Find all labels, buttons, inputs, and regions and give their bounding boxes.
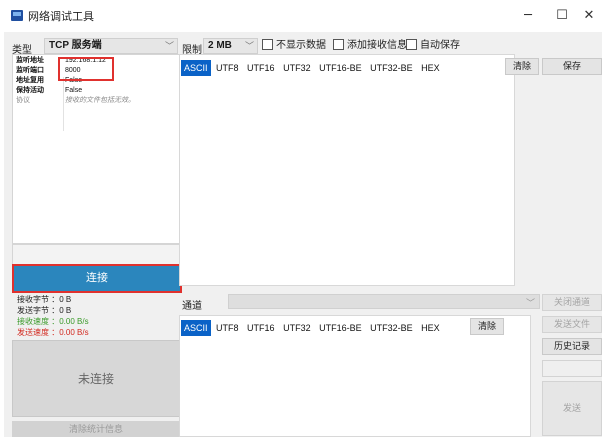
limit-select[interactable]: 2 MB ﹀ [203,38,258,54]
send-encoding-bar: ASCII UTF8 UTF16 UTF32 UTF16-BE UTF32-BE… [181,320,443,336]
auto-save-label: 自动保存 [420,40,460,51]
encoding-option-utf16[interactable]: UTF16 [244,320,278,336]
property-value[interactable]: False [65,86,82,96]
encoding-option-utf32[interactable]: UTF32 [280,320,314,336]
property-key: 监听端口 [16,67,44,74]
receive-encoding-bar: ASCII UTF8 UTF16 UTF32 UTF16-BE UTF32-BE… [181,60,443,76]
add-recv-info-label: 添加接收信息 [347,40,407,51]
encoding-option-utf16-be[interactable]: UTF16-BE [316,60,365,76]
chevron-down-icon: ﹀ [164,41,174,51]
receive-data-area[interactable] [179,54,515,286]
property-key: 监听地址 [16,57,44,64]
receive-save-button[interactable]: 保存 [542,58,602,75]
highlight-box [58,57,114,81]
no-display-checkbox[interactable]: 不显示数据 [262,39,326,53]
send-option-blank [542,360,602,377]
receive-clear-button[interactable]: 清除 [505,58,539,75]
encoding-option-utf16-be[interactable]: UTF16-BE [316,320,365,336]
type-select[interactable]: TCP 服务端 ﹀ [44,38,178,54]
add-recv-info-checkbox[interactable]: 添加接收信息 [333,39,407,53]
property-key: 保持活动 [16,87,44,94]
close-channel-button[interactable]: 关闭通道 [542,294,602,311]
main-panel: 类型 TCP 服务端 ﹀ 限制 2 MB ﹀ 不显示数据 添加接收信息 自动保存… [4,32,602,437]
limit-select-value: 2 MB [208,40,232,51]
property-value[interactable]: 接收的文件包括无效。 [65,96,135,106]
send-button[interactable]: 发送 [542,381,602,436]
property-key: 协议 [16,97,30,104]
encoding-option-utf8[interactable]: UTF8 [213,320,242,336]
highlight-box [12,264,182,293]
property-key: 地址复用 [16,77,44,84]
window-title: 网络调试工具 [28,11,94,23]
chevron-down-icon: ﹀ [244,41,254,51]
no-display-label: 不显示数据 [276,40,326,51]
history-button[interactable]: 历史记录 [542,338,602,355]
app-icon [11,10,23,21]
checkbox-icon [333,39,344,50]
send-bytes-stat: 发送字节 ：0 B [17,306,72,315]
encoding-option-utf8[interactable]: UTF8 [213,60,242,76]
title-bar: 网络调试工具 ─ ☐ ✕ [0,0,606,32]
auto-save-checkbox[interactable]: 自动保存 [406,39,460,53]
encoding-option-ascii[interactable]: ASCII [181,60,211,76]
checkbox-icon [262,39,273,50]
clear-stats-button[interactable]: 清除统计信息 [12,421,180,437]
encoding-option-utf32-be[interactable]: UTF32-BE [367,320,416,336]
encoding-option-hex[interactable]: HEX [418,320,443,336]
send-speed-stat: 发送速度 ：0.00 B/s [17,328,89,337]
connection-status-panel: 未连接 [12,340,180,417]
checkbox-icon [406,39,417,50]
property-grid[interactable]: 监听地址 192.168.1.12 监听端口 8000 地址复用 False 保… [12,54,180,244]
send-file-button[interactable]: 发送文件 [542,316,602,333]
channel-select[interactable]: ﹀ [228,294,540,309]
close-button[interactable]: ✕ [572,4,606,28]
send-clear-button[interactable]: 清除 [470,318,504,335]
encoding-option-hex[interactable]: HEX [418,60,443,76]
minimize-button[interactable]: ─ [511,4,545,28]
chevron-down-icon: ﹀ [525,298,535,308]
channel-label: 通道 [182,301,202,312]
type-select-value: TCP 服务端 [49,40,102,51]
property-row-protocol[interactable]: 协议 接收的文件包括无效。 [13,96,179,106]
recv-bytes-stat: 接收字节 ：0 B [17,295,72,304]
encoding-option-utf32-be[interactable]: UTF32-BE [367,60,416,76]
encoding-option-ascii[interactable]: ASCII [181,320,211,336]
recv-speed-stat: 接收速度 ：0.00 B/s [17,317,89,326]
encoding-option-utf32[interactable]: UTF32 [280,60,314,76]
encoding-option-utf16[interactable]: UTF16 [244,60,278,76]
property-row-keep-alive[interactable]: 保持活动 False [13,86,179,96]
